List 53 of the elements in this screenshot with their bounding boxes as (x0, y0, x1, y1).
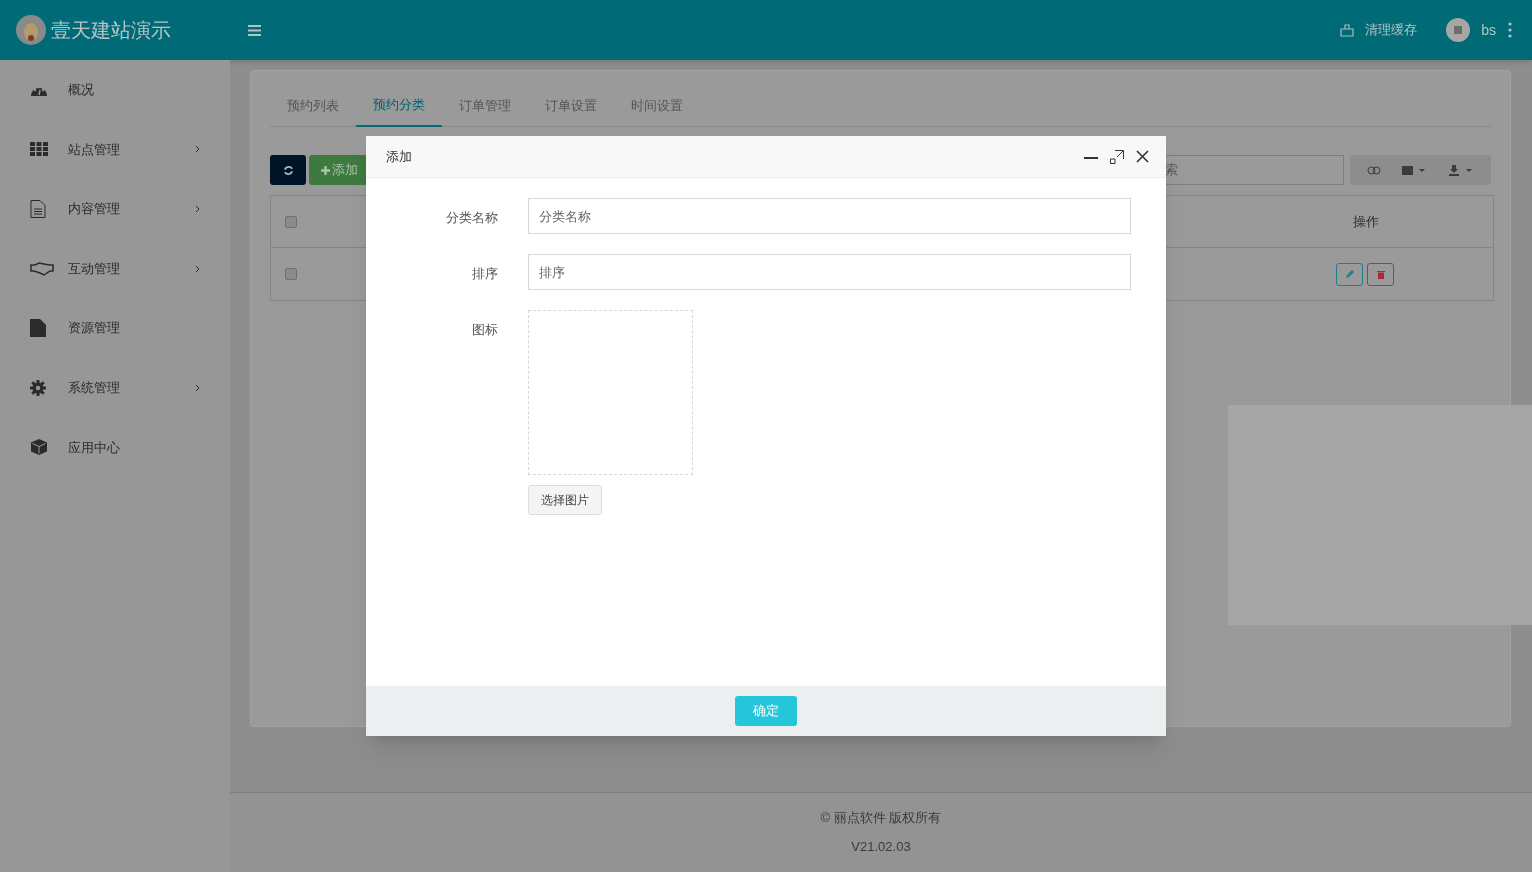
sidebar-item[interactable]: 互动管理 (0, 238, 230, 299)
sidebar-item[interactable]: 概况 (0, 60, 230, 120)
input-field[interactable]: 排序 (528, 254, 1131, 290)
more-icon[interactable] (1508, 22, 1512, 38)
column-header: 操作 (1352, 212, 1380, 231)
chevron-icon (195, 205, 200, 213)
sidebar-item[interactable]: 应用中心 (0, 417, 230, 478)
menu-icon[interactable] (248, 24, 261, 36)
input-field[interactable]: 分类名称 (528, 198, 1131, 234)
close-icon[interactable] (1136, 150, 1149, 163)
dialog-title: 添加 (386, 147, 412, 166)
pencil-icon (1345, 269, 1354, 279)
sidebar-item[interactable]: 系统管理 (0, 357, 230, 418)
trash-icon (1376, 269, 1385, 279)
settings-icon (30, 379, 46, 396)
field-label: 分类名称 (445, 209, 498, 227)
tab[interactable]: 订单管理 (442, 85, 528, 127)
file-icon (30, 319, 46, 338)
chevron-icon (195, 264, 200, 273)
sidebar-item[interactable]: 站点管理 (0, 119, 230, 180)
download-icon[interactable] (1448, 164, 1475, 176)
grid-icon (30, 142, 48, 157)
toggle-icon[interactable] (1366, 165, 1381, 175)
field-label: 图标 (471, 321, 498, 339)
field-label: 排序 (471, 265, 498, 283)
refresh-button[interactable] (270, 155, 306, 185)
sidebar-item[interactable]: 内容管理 (0, 179, 230, 239)
chevron-icon (195, 383, 200, 392)
clear-cache-link[interactable]: 清理缓存 (1365, 20, 1418, 40)
document-icon (30, 200, 46, 218)
refresh-icon (282, 164, 294, 176)
site-title: 壹天建站演示 (51, 18, 171, 43)
version-text: V21.02.03 (851, 837, 911, 856)
chevron-icon (195, 145, 200, 154)
checkbox[interactable] (285, 268, 297, 280)
delete-button[interactable] (1367, 262, 1394, 286)
copyright-text: © 丽点软件 版权所有 (820, 809, 942, 827)
sidebar-item[interactable]: 资源管理 (0, 298, 230, 358)
maximize-icon[interactable] (1110, 149, 1124, 164)
tab[interactable]: 订单设置 (528, 85, 614, 127)
tab[interactable]: 时间设置 (614, 85, 700, 127)
columns-icon[interactable] (1401, 165, 1428, 175)
choose-image-button[interactable]: 选择图片 (528, 485, 602, 515)
confirm-button[interactable]: 确定 (735, 696, 797, 726)
broom-icon[interactable] (1340, 23, 1355, 37)
user-name[interactable]: bs (1481, 19, 1496, 41)
plus-icon (321, 165, 330, 175)
tab[interactable]: 预约分类 (356, 85, 442, 127)
avatar-icon[interactable] (1446, 18, 1471, 42)
checkbox[interactable] (285, 215, 297, 228)
cube-icon (30, 438, 48, 457)
tab[interactable]: 预约列表 (270, 85, 356, 127)
logo-icon (15, 14, 47, 46)
